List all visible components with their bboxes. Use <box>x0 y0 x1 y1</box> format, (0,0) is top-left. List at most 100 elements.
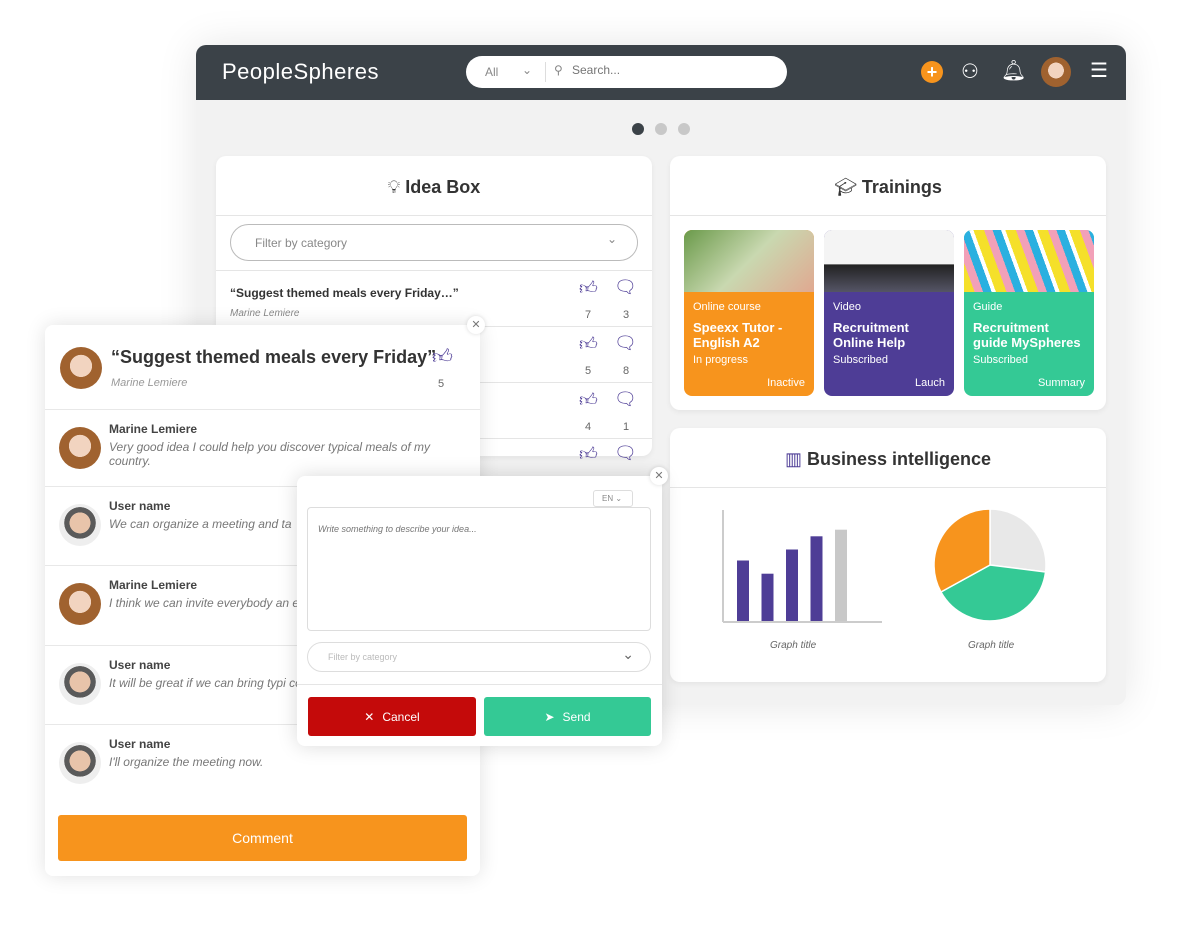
comment-icon[interactable]: 🗨︎ <box>614 333 637 354</box>
thumbs-up-icon[interactable]: 👍︎ <box>579 443 598 465</box>
language-select[interactable]: EN ⌄ <box>593 490 633 507</box>
commenter-name: Marine Lemiere <box>109 578 198 592</box>
idea-title: “Suggest themed meals every Friday…” <box>230 286 459 300</box>
commenter-avatar <box>59 742 101 784</box>
bar-chart-title: Graph title <box>770 640 817 651</box>
training-name: Recruitment Online Help <box>833 320 909 350</box>
training-type: Video <box>833 301 861 313</box>
chevron-down-icon: ⌄ <box>522 63 533 77</box>
comment-text: Very good idea I could help you discover… <box>109 440 431 468</box>
bar <box>786 549 798 621</box>
users-icon[interactable]: ⚇ <box>961 59 979 84</box>
bar <box>737 560 749 621</box>
comment-icon[interactable]: 🗨︎ <box>614 277 637 298</box>
comment-icon[interactable]: 🗨︎ <box>614 443 637 464</box>
training-name: Recruitment guide MySpheres <box>973 320 1081 350</box>
training-card[interactable]: Video Recruitment Online Help Subscribed La… <box>824 230 954 396</box>
close-icon[interactable]: ✕ <box>650 467 668 485</box>
training-image <box>824 230 954 292</box>
menu-icon[interactable]: ☰ <box>1090 58 1108 83</box>
dot[interactable] <box>632 123 644 135</box>
cancel-label: Cancel <box>382 709 420 724</box>
trainings-card: 🎓︎ Trainings Online course Speexx Tutor -… <box>670 156 1106 410</box>
thumbs-up-icon[interactable]: 👍︎ <box>579 277 598 299</box>
search-input[interactable] <box>572 63 762 77</box>
like-count: 4 <box>584 421 592 433</box>
send-button[interactable]: ➤ Send <box>484 697 651 736</box>
bar <box>810 536 823 621</box>
training-status: Subscribed <box>833 354 889 366</box>
idea-title: “Suggest themed meals every Friday” <box>111 347 437 367</box>
cancel-button[interactable]: ✕ Cancel <box>308 697 476 736</box>
close-icon[interactable]: ✕ <box>467 316 485 334</box>
bar-chart-icon: ▥ <box>784 449 807 469</box>
thumbs-up-icon[interactable]: 👍︎ <box>579 389 598 411</box>
idea-textarea[interactable] <box>307 507 651 631</box>
divider <box>670 215 1106 216</box>
like-count: 5 <box>437 378 445 390</box>
plus-icon[interactable]: + <box>921 61 943 83</box>
carousel-dots[interactable] <box>632 122 701 140</box>
avatar[interactable] <box>1041 57 1071 87</box>
dot[interactable] <box>655 123 667 135</box>
training-action[interactable]: Lauch <box>915 377 945 389</box>
idea-row[interactable]: “Suggest themed meals every Friday…” Mar… <box>216 270 652 326</box>
category-select[interactable]: Filter by category ⌄ <box>307 642 651 672</box>
training-status: Subscribed <box>973 354 1029 366</box>
pie-chart-title: Graph title <box>968 640 1015 651</box>
send-label: Send <box>562 709 591 724</box>
training-name: Speexx Tutor - English A2 <box>693 320 783 350</box>
graduation-cap-icon: 🎓︎ <box>834 177 862 197</box>
training-image <box>684 230 814 292</box>
training-status: In progress <box>693 354 749 366</box>
bi-card: ▥ Business intelligence Graph title Grap… <box>670 428 1106 682</box>
comment-item: Marine Lemiere Very good idea I could hel… <box>45 409 480 486</box>
like-count: 7 <box>584 309 592 321</box>
bar-chart <box>722 510 882 623</box>
category-placeholder: Filter by category <box>328 652 398 662</box>
search-icon: ⚲ <box>554 63 563 77</box>
thumbs-up-icon[interactable]: 👍︎ <box>432 345 453 369</box>
dot[interactable] <box>678 123 690 135</box>
category-filter[interactable]: Filter by category ⌄ <box>230 224 638 261</box>
pie-chart <box>933 508 1047 622</box>
logo: PeopleSpheres <box>222 59 379 84</box>
training-image <box>964 230 1094 292</box>
divider <box>670 487 1106 488</box>
idea-author: Marine Lemiere <box>111 377 188 389</box>
comment-count: 8 <box>622 365 630 377</box>
training-card[interactable]: Guide Recruitment guide MySpheres Subscrib… <box>964 230 1094 396</box>
filter-placeholder: Filter by category <box>255 236 348 250</box>
chevron-down-icon: ⌄ <box>622 646 634 662</box>
bar <box>761 573 774 621</box>
training-action[interactable]: Summary <box>1038 377 1085 389</box>
commenter-name: User name <box>109 499 171 513</box>
bell-icon[interactable]: 🔔︎ <box>1001 58 1026 83</box>
training-card[interactable]: Online course Speexx Tutor - English A2 In… <box>684 230 814 396</box>
lightbulb-icon: 💡︎ <box>387 177 406 197</box>
commenter-avatar <box>59 427 101 469</box>
training-action[interactable]: Inactive <box>767 377 805 389</box>
comment-button[interactable]: Comment <box>58 815 467 861</box>
training-type: Guide <box>973 301 1003 313</box>
idea-author: Marine Lemiere <box>230 308 300 319</box>
language-value: EN <box>602 494 614 503</box>
idea-box-title: Idea Box <box>405 177 481 197</box>
author-avatar <box>60 347 102 389</box>
divider <box>545 62 546 82</box>
comment-count: 1 <box>622 421 630 433</box>
commenter-avatar <box>59 583 101 625</box>
commenter-avatar <box>59 663 101 705</box>
thumbs-up-icon[interactable]: 👍︎ <box>579 333 598 355</box>
bi-title: Business intelligence <box>806 449 992 469</box>
commenter-name: User name <box>109 658 171 672</box>
new-idea-dialog: EN ⌄ Filter by category ⌄ ✕ Cancel ➤ Send <box>297 476 662 746</box>
search-scope-select[interactable]: All <box>485 65 498 79</box>
comment-icon[interactable]: 🗨︎ <box>614 389 637 410</box>
pie-slice <box>989 508 1047 573</box>
training-type: Online course <box>693 301 761 313</box>
divider <box>297 684 662 685</box>
search-bar[interactable]: All ⌄ ⚲ <box>466 56 787 88</box>
send-icon: ➤ <box>544 709 555 724</box>
top-bar: PeopleSpheres All ⌄ ⚲ + ⚇ 🔔︎ ☰ <box>196 45 1126 100</box>
